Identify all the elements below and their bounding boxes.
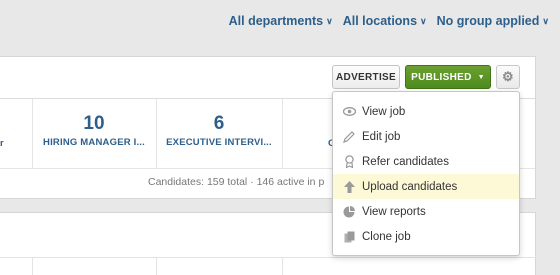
gear-icon: ⚙ <box>502 69 514 84</box>
menu-item-label: Edit job <box>362 130 401 143</box>
advertise-button[interactable]: ADVERTISE <box>332 65 400 89</box>
advertise-button-label: ADVERTISE <box>336 71 396 83</box>
pencil-icon <box>342 130 356 144</box>
departments-filter[interactable]: All departments ∨ <box>229 14 333 28</box>
caret-down-icon: ▼ <box>477 73 485 81</box>
locations-filter-label: All locations <box>342 14 418 28</box>
candidates-summary: Candidates: 159 total · 146 active in p <box>148 176 325 188</box>
upload-arrow-icon <box>342 180 356 194</box>
menu-item-label: Upload candidates <box>362 180 458 193</box>
divider <box>156 257 157 275</box>
stat-hiring-manager[interactable]: 10 HIRING MANAGER I... <box>32 113 156 148</box>
award-icon <box>342 155 356 169</box>
stat-label: HIRING MANAGER I... <box>43 137 145 148</box>
published-button[interactable]: PUBLISHED ▼ <box>405 65 491 89</box>
group-filter[interactable]: No group applied ∨ <box>437 14 549 28</box>
pie-chart-icon <box>342 205 356 219</box>
locations-filter[interactable]: All locations ∨ <box>343 14 427 28</box>
menu-item-view-job[interactable]: View job <box>333 99 519 124</box>
chevron-down-icon: ∨ <box>326 15 333 26</box>
divider <box>0 257 536 258</box>
filter-bar: All departments ∨ All locations ∨ No gro… <box>229 14 549 28</box>
published-button-label: PUBLISHED <box>411 71 472 83</box>
divider <box>32 257 33 275</box>
menu-item-view-reports[interactable]: View reports <box>333 199 519 224</box>
stat-label-partial: r <box>0 138 4 149</box>
menu-item-upload-candidates[interactable]: Upload candidates <box>333 174 519 199</box>
job-actions-menu: View job Edit job Refer candidates Uploa… <box>332 91 520 256</box>
stat-divider <box>282 99 283 169</box>
copy-icon <box>342 230 356 244</box>
menu-item-edit-job[interactable]: Edit job <box>333 124 519 149</box>
group-filter-label: No group applied <box>436 14 540 28</box>
chevron-down-icon: ∨ <box>542 15 549 26</box>
menu-item-label: View job <box>362 105 406 118</box>
settings-button[interactable]: ⚙ <box>496 65 520 89</box>
menu-item-clone-job[interactable]: Clone job <box>333 224 519 249</box>
menu-item-label: Refer candidates <box>362 155 449 168</box>
menu-item-label: Clone job <box>362 230 411 243</box>
stat-value: 10 <box>83 113 105 134</box>
stat-label: EXECUTIVE INTERVI... <box>166 137 272 148</box>
stat-value: 6 <box>213 113 225 134</box>
stat-executive-interview[interactable]: 6 EXECUTIVE INTERVI... <box>156 113 282 148</box>
departments-filter-label: All departments <box>228 14 324 28</box>
chevron-down-icon: ∨ <box>420 15 427 26</box>
menu-item-label: View reports <box>362 205 426 218</box>
menu-item-refer-candidates[interactable]: Refer candidates <box>333 149 519 174</box>
eye-icon <box>342 105 356 119</box>
divider <box>282 257 283 275</box>
